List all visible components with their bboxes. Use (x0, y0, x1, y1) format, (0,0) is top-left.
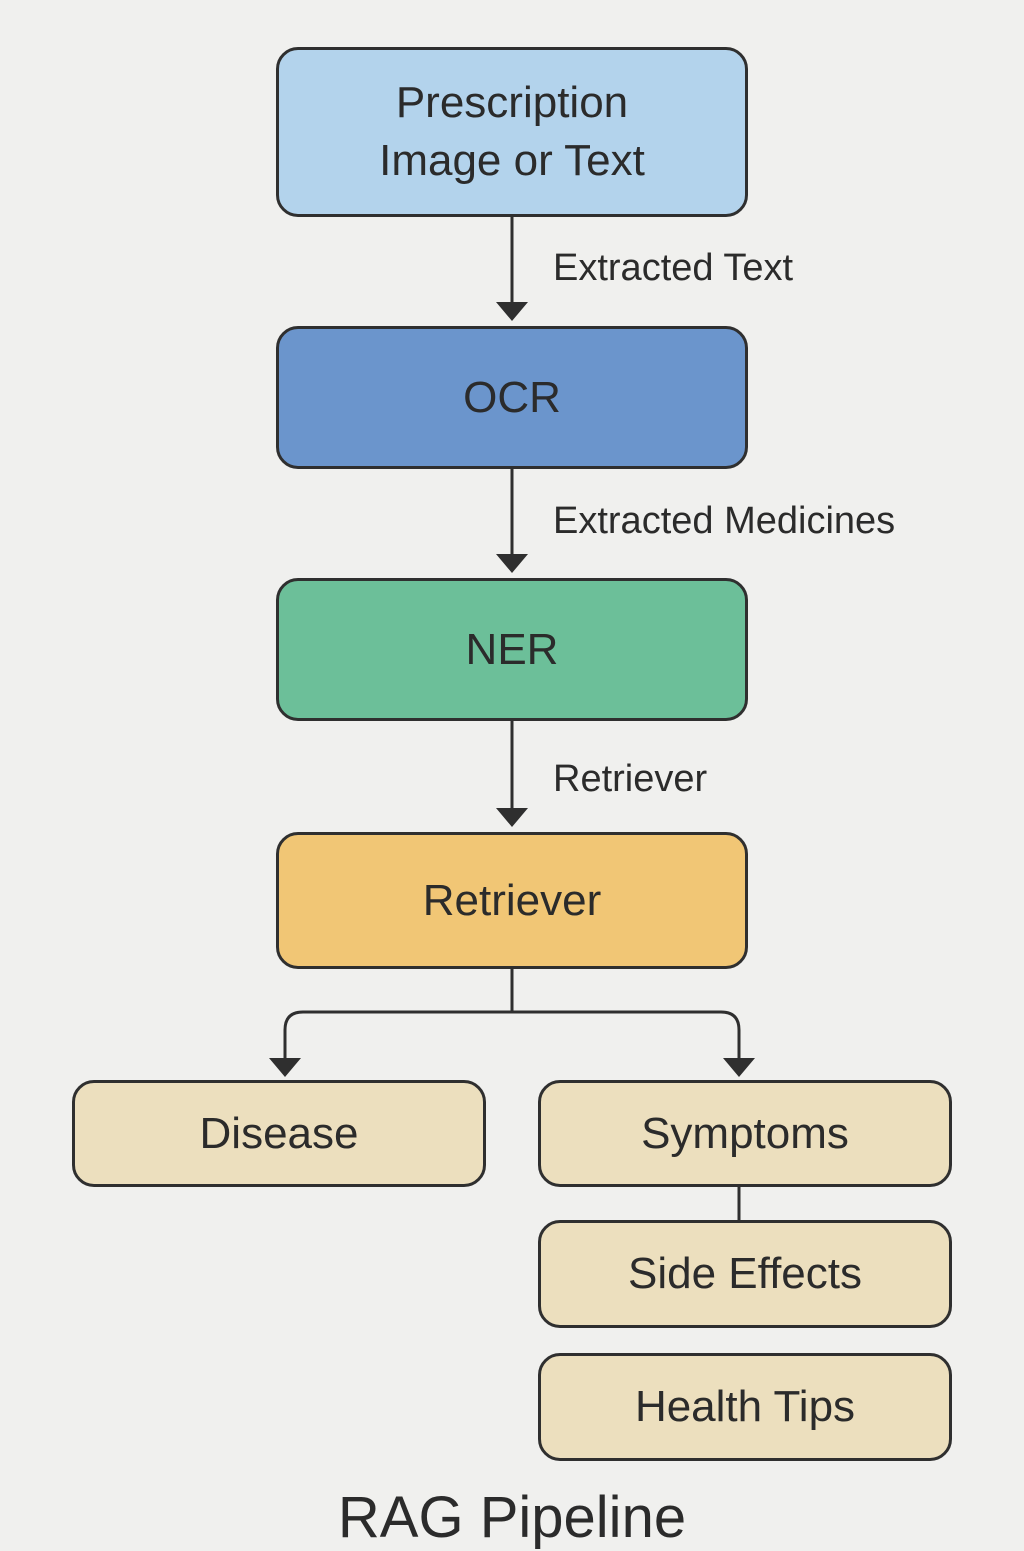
arrowhead-to-disease (269, 1058, 301, 1077)
arrowhead-ner-to-retriever (496, 808, 528, 827)
node-retriever-label: Retriever (422, 875, 602, 925)
branch-connector (283, 969, 741, 1060)
diagram-title: RAG Pipeline (337, 1485, 687, 1550)
node-ner-label: NER (465, 624, 559, 674)
edge-label-extracted-medicines: Extracted Medicines (553, 500, 896, 542)
arrowhead-input-to-ocr (496, 302, 528, 321)
node-health-tips: Health Tips (538, 1353, 952, 1461)
node-side-effects: Side Effects (538, 1220, 952, 1328)
edge-label-retriever: Retriever (553, 758, 708, 800)
node-retriever: Retriever (276, 832, 748, 969)
node-health-tips-label: Health Tips (634, 1382, 856, 1431)
arrowhead-ocr-to-ner (496, 554, 528, 573)
arrowhead-to-symptoms (723, 1058, 755, 1077)
node-ner: NER (276, 578, 748, 721)
node-disease-label: Disease (199, 1108, 359, 1158)
node-symptoms-label: Symptoms (641, 1108, 849, 1158)
node-ocr: OCR (276, 326, 748, 469)
node-label-line-1: Prescription (395, 78, 629, 127)
node-prescription-input: Prescription Image or Text (276, 47, 748, 217)
node-disease: Disease (72, 1080, 486, 1187)
node-prescription-input-label: Prescription Image or Text (379, 74, 645, 190)
node-symptoms: Symptoms (538, 1080, 952, 1187)
node-label-line-2: Image or Text (379, 136, 645, 185)
node-side-effects-label: Side Effects (628, 1249, 862, 1298)
node-ocr-label: OCR (463, 372, 561, 422)
edge-label-extracted-text: Extracted Text (553, 247, 794, 289)
